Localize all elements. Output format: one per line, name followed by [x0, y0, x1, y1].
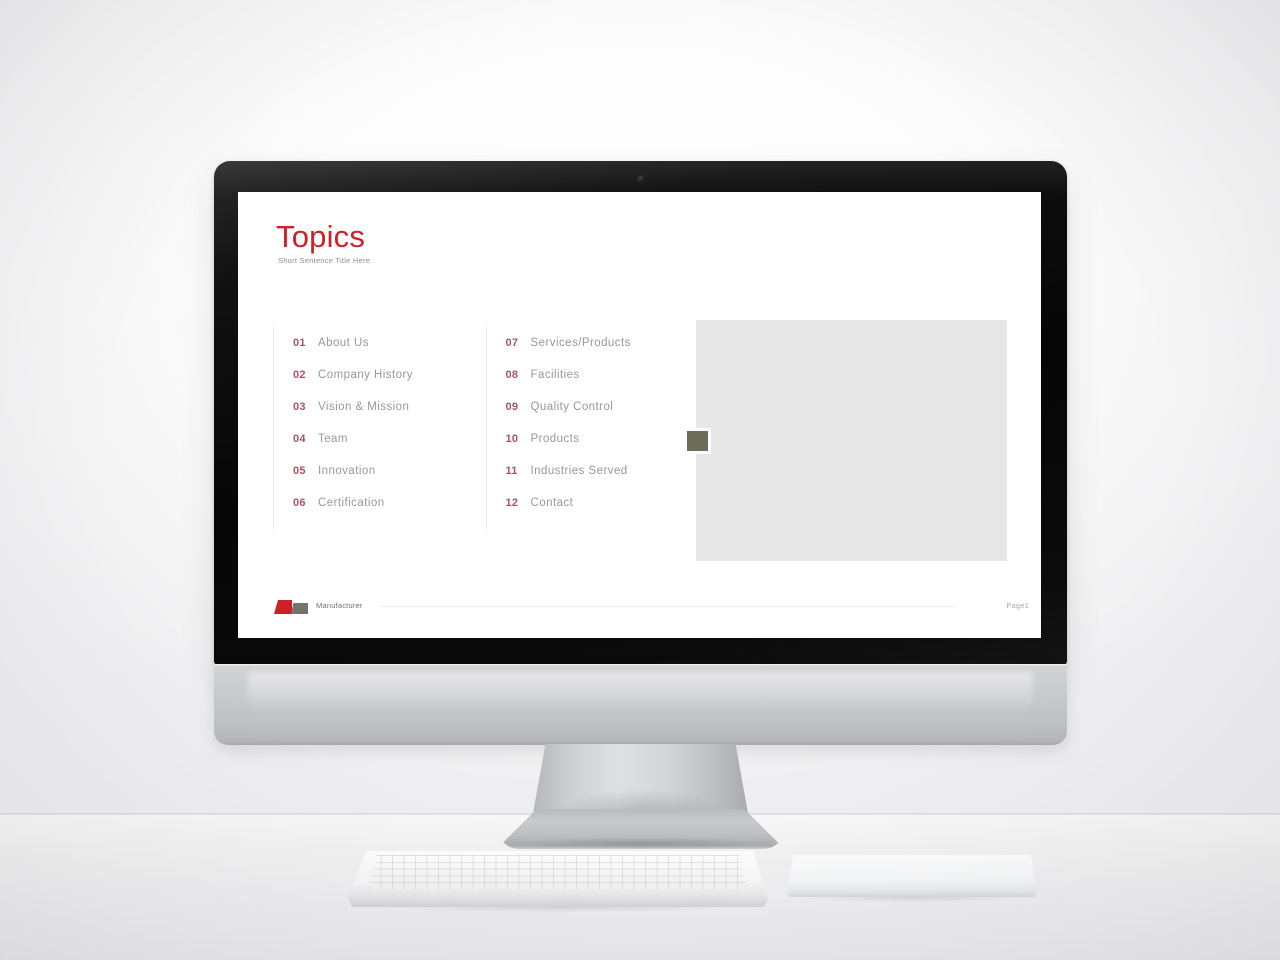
chin-highlight [214, 664, 1067, 666]
list-item[interactable]: 11 Industries Served [506, 455, 699, 487]
list-item-number: 03 [293, 401, 306, 413]
list-item-label: Certification [318, 497, 385, 509]
footer-divider [380, 606, 957, 607]
topics-column-left: 01 About Us 02 Company History 03 Vision… [273, 327, 486, 529]
list-item[interactable]: 08 Facilities [506, 359, 699, 391]
list-item-label: Products [530, 433, 580, 445]
list-item-label: Services/Products [530, 337, 631, 349]
list-item-number: 09 [505, 401, 519, 413]
list-item-number: 11 [505, 465, 518, 477]
list-item-number: 02 [293, 369, 306, 381]
topics-column-right: 07 Services/Products 08 Facilities 09 Qu… [485, 327, 699, 529]
list-item-label: Vision & Mission [318, 401, 410, 413]
page-title: Topics [276, 219, 366, 254]
list-item[interactable]: 06 Certification [293, 487, 486, 519]
chin-gloss [248, 672, 1033, 712]
list-item-label: Team [318, 433, 348, 445]
list-item[interactable]: 09 Quality Control [506, 391, 699, 423]
list-item-number: 12 [505, 497, 519, 509]
logo-olive-shape [291, 603, 308, 614]
list-item[interactable]: 04 Team [293, 423, 486, 455]
keyboard-keys [369, 855, 747, 889]
list-item-label: Quality Control [530, 401, 614, 413]
monitor-chin [214, 664, 1067, 745]
page-number: Page1 [1006, 601, 1029, 610]
camera-dot-icon [637, 176, 644, 182]
list-item-number: 05 [293, 465, 306, 477]
logo-red-shape [274, 600, 292, 614]
list-item-number: 10 [505, 433, 519, 445]
list-item[interactable]: 01 About Us [293, 327, 486, 359]
list-item-number: 07 [505, 337, 519, 349]
list-item[interactable]: 02 Company History [293, 359, 486, 391]
list-item-label: Facilities [530, 369, 580, 381]
topics-list: 01 About Us 02 Company History 03 Vision… [273, 327, 698, 529]
keyboard[interactable] [348, 851, 768, 907]
list-item-number: 06 [293, 497, 306, 509]
monitor-stand-shadow [532, 744, 749, 816]
trackpad[interactable] [787, 855, 1037, 897]
presentation-slide[interactable]: Topics Short Sentence Title Here 01 Abou… [238, 192, 1041, 638]
list-item-label: Contact [530, 497, 574, 509]
list-item-label: About Us [318, 337, 369, 349]
list-item-label: Innovation [318, 465, 376, 477]
computer-monitor: Topics Short Sentence Title Here 01 Abou… [214, 161, 1067, 853]
page-subtitle: Short Sentence Title Here [278, 256, 371, 265]
list-item-number: 04 [293, 433, 306, 445]
list-item[interactable]: 07 Services/Products [506, 327, 699, 359]
list-item-label: Company History [318, 369, 413, 381]
monitor-screen[interactable]: Topics Short Sentence Title Here 01 Abou… [238, 192, 1041, 638]
image-placeholder[interactable] [696, 320, 1007, 561]
trackpad-surface [787, 855, 1037, 897]
slide-footer: Manufacturer Page1 [238, 596, 1041, 618]
company-name-label: Manufacturer [316, 601, 363, 610]
list-item[interactable]: 05 Innovation [293, 455, 486, 487]
list-item-number: 08 [505, 369, 519, 381]
company-logo-icon [274, 599, 310, 615]
image-marker-square[interactable] [687, 431, 708, 451]
list-item-label: Industries Served [530, 465, 628, 477]
list-item-number: 01 [293, 337, 306, 349]
list-item[interactable]: 10 Products [506, 423, 699, 455]
list-item[interactable]: 03 Vision & Mission [293, 391, 486, 423]
list-item[interactable]: 12 Contact [506, 487, 699, 519]
